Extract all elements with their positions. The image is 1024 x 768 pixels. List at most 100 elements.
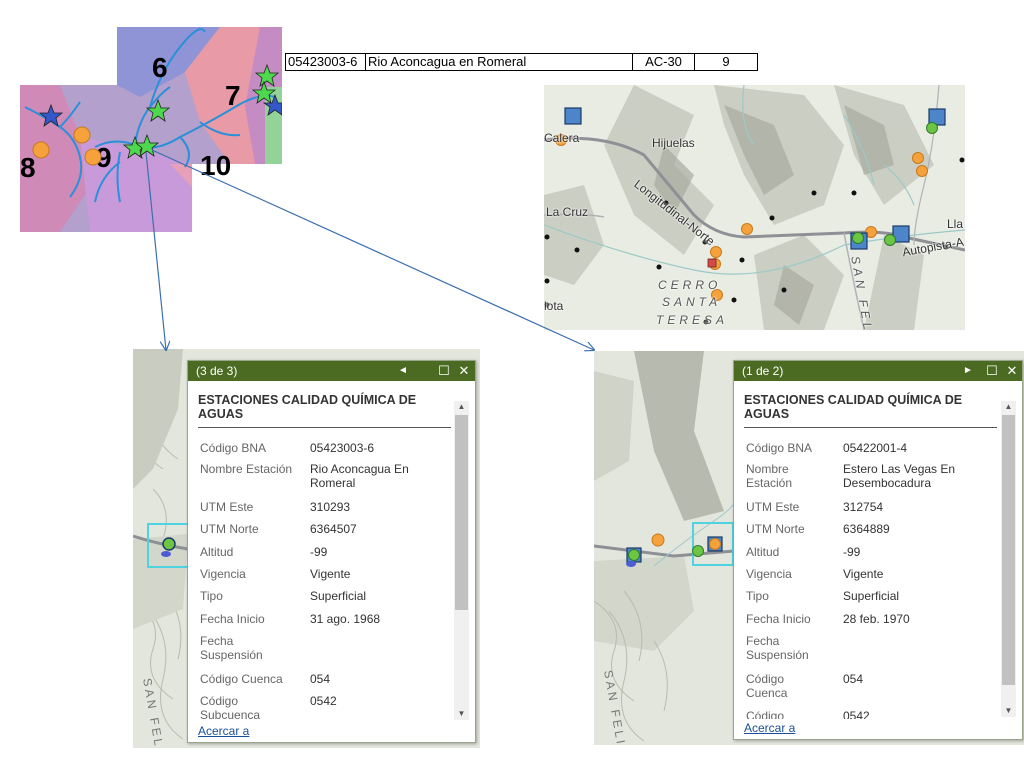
attr-value: -99 [310,545,328,559]
map-label-teresa: TERESA [656,313,729,327]
basin-label-7: 7 [225,80,241,111]
attr-key: UTM Norte [746,522,805,536]
popup-attributes: Código BNA 05423003-6 Nombre Estación Ri… [188,441,455,722]
attr-key: Código Subcuenca [200,694,261,722]
map-label-lla: Lla [947,217,964,231]
popup-right: (1 de 2) ► ☐ ✕ ESTACIONES CALIDAD QUÍMIC… [733,360,1023,740]
map-label-hijuelas: Hijuelas [652,136,695,150]
scrollbar-thumb[interactable] [1002,415,1015,685]
attr-value: 054 [310,672,331,686]
green-station-marker[interactable] [692,545,704,557]
attr-key: Fecha Inicio [200,612,265,626]
attr-key: UTM Este [200,500,254,514]
previous-feature-icon[interactable]: ◄ [395,361,411,381]
attr-value: Vigente [843,567,884,581]
attr-value: -99 [843,545,861,559]
maximize-icon[interactable]: ☐ [436,361,452,381]
attr-value: Superficial [310,589,367,603]
table-cell-id: AC-30 [632,53,695,71]
basin-label-6: 6 [152,52,168,83]
attr-key: Nombre Estación [200,462,293,476]
orange-station-marker[interactable] [741,223,753,235]
green-station-marker[interactable] [628,549,640,561]
orange-station-marker[interactable] [32,141,50,159]
next-feature-icon[interactable]: ► [960,361,976,381]
attr-key: Código Cuenca [746,672,788,700]
attr-value: 6364889 [843,522,890,536]
attr-key: Vigencia [746,567,792,581]
scroll-down-icon[interactable]: ▼ [1001,705,1016,717]
blue-square-station-icon[interactable] [564,107,582,125]
maximize-icon[interactable]: ☐ [984,361,1000,381]
attr-key: Código [746,709,785,719]
orange-station-marker[interactable] [73,126,91,144]
table-row: 05423003-6 Rio Aconcagua en Romeral AC-3… [285,53,758,71]
map-label-lota: lota [544,299,564,313]
orange-station-marker[interactable] [916,165,928,177]
close-icon[interactable]: ✕ [1004,361,1020,381]
orange-station-marker[interactable] [709,538,721,550]
station-table: 05423003-6 Rio Aconcagua en Romeral AC-3… [285,53,758,71]
attr-value: 0542 [310,694,337,708]
table-cell-basin: 9 [694,53,758,71]
popup-title: ESTACIONES CALIDAD QUÍMICA DE AGUAS [744,393,997,428]
orange-station-marker[interactable] [912,152,924,164]
attr-value: Superficial [843,589,900,603]
attr-key: Vigencia [200,567,246,581]
map-label-cerro: CERRO [658,278,722,292]
map-label-calera: Calera [544,131,580,145]
attr-value: 6364507 [310,522,357,536]
attr-key: Código BNA [200,441,267,455]
green-station-marker[interactable] [926,122,938,134]
basin-label-10: 10 [200,150,231,181]
attr-key: Fecha Suspensión [200,634,263,662]
blue-station-marker[interactable] [161,551,171,557]
close-icon[interactable]: ✕ [456,361,472,381]
green-station-marker[interactable] [884,234,896,246]
basin-map: 6 7 8 9 10 [20,27,282,232]
popup-count: (1 de 2) [742,364,784,378]
zoom-to-link[interactable]: Acercar a [198,724,249,738]
attr-key: UTM Norte [200,522,259,536]
popup-left: (3 de 3) ◄ ☐ ✕ ESTACIONES CALIDAD QUÍMIC… [187,360,476,743]
green-station-marker[interactable] [162,537,176,551]
orange-station-marker[interactable] [710,246,722,258]
attr-key: Altitud [746,545,780,559]
orange-station-marker[interactable] [84,148,102,166]
attr-value: 0542 [843,709,870,719]
popup-scrollbar[interactable]: ▲ ▼ [454,401,469,720]
table-cell-name: Rio Aconcagua en Romeral [365,53,633,71]
attr-value: Estero Las Vegas En Desembocadura [843,462,956,490]
map-label-santa: SANTA [662,295,722,309]
orange-station-marker[interactable] [651,533,665,547]
popup-scrollbar[interactable]: ▲ ▼ [1001,401,1016,717]
attr-value: 31 ago. 1968 [310,612,381,626]
red-square-marker[interactable] [707,258,717,268]
attr-value: 312754 [843,500,884,514]
attr-value: Vigente [310,567,351,581]
basin-label-8: 8 [20,152,36,183]
attr-value: 310293 [310,500,351,514]
blue-station-marker[interactable] [626,561,636,567]
attr-value: 05423003-6 [310,441,375,455]
popup-header: (1 de 2) ► ☐ ✕ [734,361,1022,381]
attr-key: Código Cuenca [200,672,283,686]
scrollbar-thumb[interactable] [455,415,468,610]
scroll-up-icon[interactable]: ▲ [1001,401,1016,413]
zoom-to-link[interactable]: Acercar a [744,721,795,735]
attr-key: Fecha Inicio [746,612,811,626]
scroll-up-icon[interactable]: ▲ [454,401,469,413]
attr-value: 28 feb. 1970 [843,612,910,626]
terrain-map[interactable]: Calera Hijuelas Longitudinal-Norte La Cr… [544,85,965,330]
attr-key: Tipo [746,589,769,603]
green-station-marker[interactable] [852,232,864,244]
attr-key: Altitud [200,545,234,559]
map-label-la-cruz: La Cruz [546,205,589,219]
popup-header: (3 de 3) ◄ ☐ ✕ [188,361,475,381]
attr-key: Código BNA [746,441,813,455]
attr-key: Tipo [200,589,223,603]
popup-title: ESTACIONES CALIDAD QUÍMICA DE AGUAS [198,393,451,428]
attr-value: Rio Aconcagua En Romeral [310,462,409,490]
scroll-down-icon[interactable]: ▼ [454,708,469,720]
popup-attributes: Código BNA 05422001-4 Nombre Estación Es… [734,441,1002,719]
